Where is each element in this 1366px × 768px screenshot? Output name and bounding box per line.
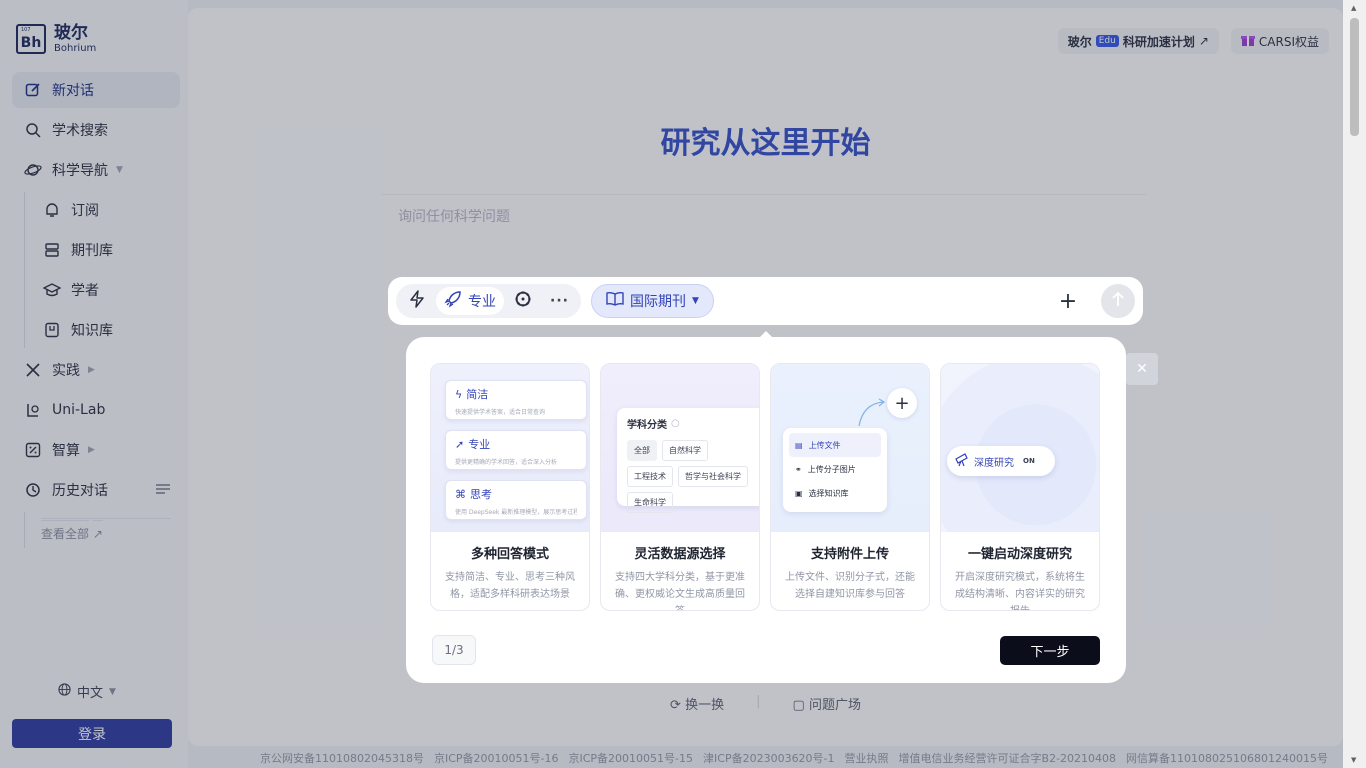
curved-arrow-icon	[858, 398, 886, 427]
open-book-icon	[606, 291, 624, 311]
discipline-chip: 哲学与社会科学	[678, 466, 748, 487]
send-button[interactable]	[1101, 284, 1135, 318]
file-icon: ▤	[795, 440, 803, 450]
feature-card-data-source: 学科分类 ○ 全部 自然科学 工程技术 哲学与社会科学 生命科学 灵活数据源选择 …	[600, 363, 760, 611]
rocket-icon	[444, 290, 462, 312]
data-source-selector[interactable]: 国际期刊 ▼	[590, 284, 714, 318]
discipline-panel: 学科分类 ○ 全部 自然科学 工程技术 哲学与社会科学 生命科学	[617, 408, 759, 513]
plus-icon: +	[1058, 288, 1078, 314]
mode-preview-concise: ϟ 简洁 快速提供学术答案，适合日常查询	[445, 380, 587, 420]
telescope-icon	[955, 452, 969, 470]
card-title: 多种回答模式	[470, 547, 549, 562]
mode-think-button[interactable]	[506, 287, 540, 315]
discipline-chip: 工程技术	[627, 466, 673, 487]
card-title: 灵活数据源选择	[634, 547, 726, 562]
answer-modes-illustration: ϟ 简洁 快速提供学术答案，适合日常查询 ➚ 专业 提供更精确的学术回答，适合深入分…	[431, 364, 589, 532]
data-source-illustration: 学科分类 ○ 全部 自然科学 工程技术 哲学与社会科学 生命科学	[601, 364, 759, 532]
card-title: 一键启动深度研究	[967, 547, 1072, 562]
rocket-icon: ➚	[455, 437, 465, 451]
feature-card-deep-research: 深度研究 ON 一键启动深度研究 开启深度研究模式，系统将生成结构清晰、内容详实…	[940, 363, 1100, 611]
upload-molecule-row: ⚭ 上传分子图片	[795, 464, 856, 474]
card-description: 支持四大学科分类，基于更准确、更权威论文生成高质量回答	[615, 572, 745, 610]
discipline-chip: 自然科学	[662, 440, 708, 461]
atom-icon: ⌘	[455, 487, 466, 501]
more-dots-icon: ···	[550, 293, 569, 309]
mode-preview-pro: ➚ 专业 提供更精确的学术回答，适合深入分析	[445, 430, 587, 470]
upload-menu: ▤ 上传文件 ⚭ 上传分子图片 ▣ 选择知识库	[783, 428, 887, 512]
scroll-down-arrow-icon[interactable]: ▼	[1351, 756, 1356, 764]
discipline-chip: 全部	[627, 440, 657, 461]
scrollbar-thumb[interactable]	[1350, 18, 1359, 136]
feature-cards: ϟ 简洁 快速提供学术答案，适合日常查询 ➚ 专业 提供更精确的学术回答，适合深入分…	[430, 363, 1100, 611]
chevron-down-icon: ▼	[691, 296, 699, 306]
card-title: 支持附件上传	[810, 547, 889, 562]
input-toolbar: 专业 ··· 国际期刊 ▼ +	[388, 277, 1143, 325]
upload-file-row: ▤ 上传文件	[789, 433, 881, 457]
next-step-button[interactable]: 下一步	[1000, 636, 1100, 665]
plus-icon: +	[887, 388, 917, 418]
deep-research-toggle-preview: 深度研究 ON	[947, 446, 1055, 476]
attach-button[interactable]: +	[1051, 284, 1085, 318]
info-icon: ○	[671, 418, 680, 429]
card-description: 支持简洁、专业、思考三种风格，适配多样科研表达场景	[445, 572, 575, 600]
select-kb-row: ▣ 选择知识库	[795, 488, 849, 498]
feature-card-answer-modes: ϟ 简洁 快速提供学术答案，适合日常查询 ➚ 专业 提供更精确的学术回答，适合深入分…	[430, 363, 590, 611]
scroll-up-arrow-icon[interactable]: ▲	[1351, 4, 1356, 12]
more-options-button[interactable]: ···	[542, 287, 577, 315]
deep-research-illustration: 深度研究 ON	[941, 364, 1099, 532]
discipline-chip: 生命科学	[627, 492, 673, 513]
card-description: 开启深度研究模式，系统将生成结构清晰、内容详实的研究报告	[955, 572, 1085, 610]
lightning-icon	[409, 290, 425, 312]
mode-pro-button[interactable]: 专业	[436, 287, 504, 315]
attachments-illustration: + ▤ 上传文件 ⚭ 上传分子图片 ▣ 选择知识库	[771, 364, 929, 532]
feature-card-attachments: + ▤ 上传文件 ⚭ 上传分子图片 ▣ 选择知识库 支持附件上传 上传文件、识别分子式…	[770, 363, 930, 611]
atom-icon	[514, 290, 532, 312]
close-guide-button[interactable]: ✕	[1126, 353, 1158, 385]
lightning-icon: ϟ	[455, 387, 463, 401]
mode-preview-think: ⌘ 思考 使用 DeepSeek 最新推理模型，展示思考过程	[445, 480, 587, 520]
card-description: 上传文件、识别分子式，还能选择自建知识库参与回答	[785, 572, 915, 600]
knowledge-book-icon: ▣	[795, 488, 803, 498]
arrow-up-icon	[1111, 291, 1125, 311]
molecule-icon: ⚭	[795, 464, 802, 474]
feature-guide-dialog: ϟ 简洁 快速提供学术答案，适合日常查询 ➚ 专业 提供更精确的学术回答，适合深入分…	[406, 337, 1126, 683]
guide-page-indicator: 1/3	[432, 635, 476, 665]
page-scrollbar[interactable]: ▲ ▼	[1343, 0, 1366, 768]
mode-selector: 专业 ···	[396, 284, 581, 318]
close-icon: ✕	[1136, 361, 1148, 377]
mode-concise-button[interactable]	[400, 287, 434, 315]
